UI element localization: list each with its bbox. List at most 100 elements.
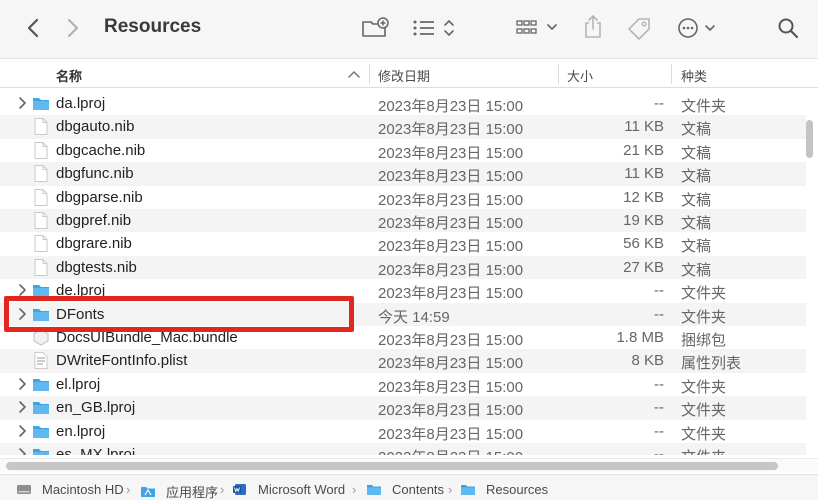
disclosure-chevron-icon[interactable] xyxy=(16,96,28,110)
modified-date: 2023年8月23日 15:00 xyxy=(378,261,524,279)
modified-date: 2023年8月23日 15:00 xyxy=(378,98,524,115)
file-kind: 文稿 xyxy=(681,121,712,139)
column-divider[interactable] xyxy=(558,64,559,84)
folder-icon xyxy=(32,423,50,440)
toolbar: Resources xyxy=(0,0,818,58)
folder-icon xyxy=(32,446,50,455)
file-list: da.lproj 2023年8月23日 15:00 -- 文件夹 dbgauto.nib… xyxy=(0,92,818,455)
table-row[interactable]: dbgauto.nib 2023年8月23日 15:00 11 KB 文稿 xyxy=(0,115,806,139)
group-button[interactable] xyxy=(514,14,560,42)
column-kind-header[interactable]: 种类 xyxy=(681,66,707,85)
document-icon xyxy=(32,165,50,183)
file-kind: 文稿 xyxy=(681,144,712,162)
column-size-header[interactable]: 大小 xyxy=(567,66,593,85)
ellipsis-circle-icon xyxy=(678,18,715,38)
folder-icon xyxy=(366,483,387,496)
file-name: es_MX.lproj xyxy=(56,446,136,455)
new-folder-button[interactable] xyxy=(360,14,390,42)
table-row[interactable]: dbgfunc.nib 2023年8月23日 15:00 11 KB 文稿 xyxy=(0,162,806,186)
search-button[interactable] xyxy=(774,14,802,42)
file-size: 11 KB xyxy=(624,118,664,136)
table-row[interactable]: el.lproj 2023年8月23日 15:00 -- 文件夹 xyxy=(0,373,806,396)
file-size: 56 KB xyxy=(623,235,664,253)
file-size: 11 KB xyxy=(624,165,664,183)
file-name: da.lproj xyxy=(56,95,106,112)
file-size: -- xyxy=(654,305,664,323)
folder-icon xyxy=(32,399,50,416)
disclosure-chevron-icon[interactable] xyxy=(16,377,28,391)
path-crumb[interactable]: Resources xyxy=(460,482,548,497)
back-button[interactable] xyxy=(20,14,46,42)
plist-icon xyxy=(32,352,50,370)
path-crumb[interactable]: 应用程序 xyxy=(140,482,218,500)
modified-date: 2023年8月23日 15:00 xyxy=(378,168,524,186)
horizontal-scrollbar[interactable] xyxy=(6,462,778,470)
table-row[interactable]: dbgcache.nib 2023年8月23日 15:00 21 KB 文稿 xyxy=(0,139,806,162)
share-icon xyxy=(585,14,601,38)
path-separator-icon: › xyxy=(220,482,225,497)
file-kind: 文稿 xyxy=(681,191,712,209)
path-crumb[interactable]: Microsoft Word xyxy=(232,482,345,497)
file-kind: 文件夹 xyxy=(681,308,727,326)
column-divider[interactable] xyxy=(369,64,370,84)
disclosure-chevron-icon[interactable] xyxy=(16,424,28,438)
new-folder-icon xyxy=(362,17,389,37)
modified-date: 2023年8月23日 15:00 xyxy=(378,446,523,455)
tag-button[interactable] xyxy=(624,14,654,42)
file-size: 19 KB xyxy=(623,212,664,229)
document-icon xyxy=(32,118,50,136)
forward-button[interactable] xyxy=(60,14,86,42)
table-row[interactable]: en_GB.lproj 2023年8月23日 15:00 -- 文件夹 xyxy=(0,396,806,420)
path-crumb[interactable]: Contents xyxy=(366,482,444,497)
modified-date: 今天 14:59 xyxy=(378,308,450,326)
path-crumb[interactable]: Macintosh HD xyxy=(16,482,124,497)
file-name: el.lproj xyxy=(56,375,101,393)
table-row[interactable]: dbgrare.nib 2023年8月23日 15:00 56 KB 文稿 xyxy=(0,232,806,255)
path-crumb-label: Microsoft Word xyxy=(258,482,346,497)
file-name: en_GB.lproj xyxy=(56,399,136,417)
file-size: -- xyxy=(654,446,664,455)
table-row[interactable]: en.lproj 2023年8月23日 15:00 -- 文件夹 xyxy=(0,420,806,443)
modified-date: 2023年8月23日 15:00 xyxy=(378,238,524,256)
disclosure-chevron-icon[interactable] xyxy=(16,447,28,455)
path-crumb-label: Resources xyxy=(486,482,549,497)
list-view-button[interactable] xyxy=(410,14,458,42)
table-row[interactable]: dbgpref.nib 2023年8月23日 15:00 19 KB 文稿 xyxy=(0,209,806,233)
file-size: 12 KB xyxy=(623,188,664,206)
path-crumb-label: Macintosh HD xyxy=(42,482,124,497)
file-name: dbgfunc.nib xyxy=(56,165,134,183)
table-row[interactable]: da.lproj 2023年8月23日 15:00 -- 文件夹 xyxy=(0,92,806,115)
file-kind: 文稿 xyxy=(681,215,712,232)
column-name-header[interactable]: 名称 xyxy=(56,66,82,85)
file-name: en.lproj xyxy=(56,422,106,440)
table-row[interactable]: dbgparse.nib 2023年8月23日 15:00 12 KB 文稿 xyxy=(0,186,806,209)
document-icon xyxy=(32,188,50,206)
modified-date: 2023年8月23日 15:00 xyxy=(378,425,524,443)
sort-ascending-icon xyxy=(348,70,360,78)
file-kind: 文件夹 xyxy=(681,402,727,420)
file-kind: 文件夹 xyxy=(681,285,727,303)
document-icon xyxy=(32,235,50,253)
modified-date: 2023年8月23日 15:00 xyxy=(378,121,524,139)
document-icon xyxy=(32,212,50,229)
file-kind: 文稿 xyxy=(681,261,712,279)
applications-folder-icon xyxy=(140,485,161,498)
vertical-scrollbar[interactable] xyxy=(806,120,813,158)
file-size: -- xyxy=(654,282,664,300)
column-date-header[interactable]: 修改日期 xyxy=(378,66,430,85)
file-size: -- xyxy=(654,375,664,393)
chevron-left-icon xyxy=(27,18,39,38)
share-button[interactable] xyxy=(580,12,606,42)
column-divider[interactable] xyxy=(671,64,672,84)
file-size: 8 KB xyxy=(631,352,664,370)
modified-date: 2023年8月23日 15:00 xyxy=(378,355,524,373)
more-actions-button[interactable] xyxy=(676,14,718,42)
table-row[interactable]: es_MX.lproj 2023年8月23日 15:00 -- 文件夹 xyxy=(0,443,806,455)
table-row[interactable]: dbgtests.nib 2023年8月23日 15:00 27 KB 文稿 xyxy=(0,255,806,280)
table-row[interactable]: DWriteFontInfo.plist 2023年8月23日 15:00 8 KB… xyxy=(0,349,806,373)
file-name: dbgtests.nib xyxy=(56,258,137,276)
file-size: -- xyxy=(654,422,664,440)
search-icon xyxy=(778,18,799,39)
file-name: dbgrare.nib xyxy=(56,235,132,253)
disclosure-chevron-icon[interactable] xyxy=(16,400,28,414)
